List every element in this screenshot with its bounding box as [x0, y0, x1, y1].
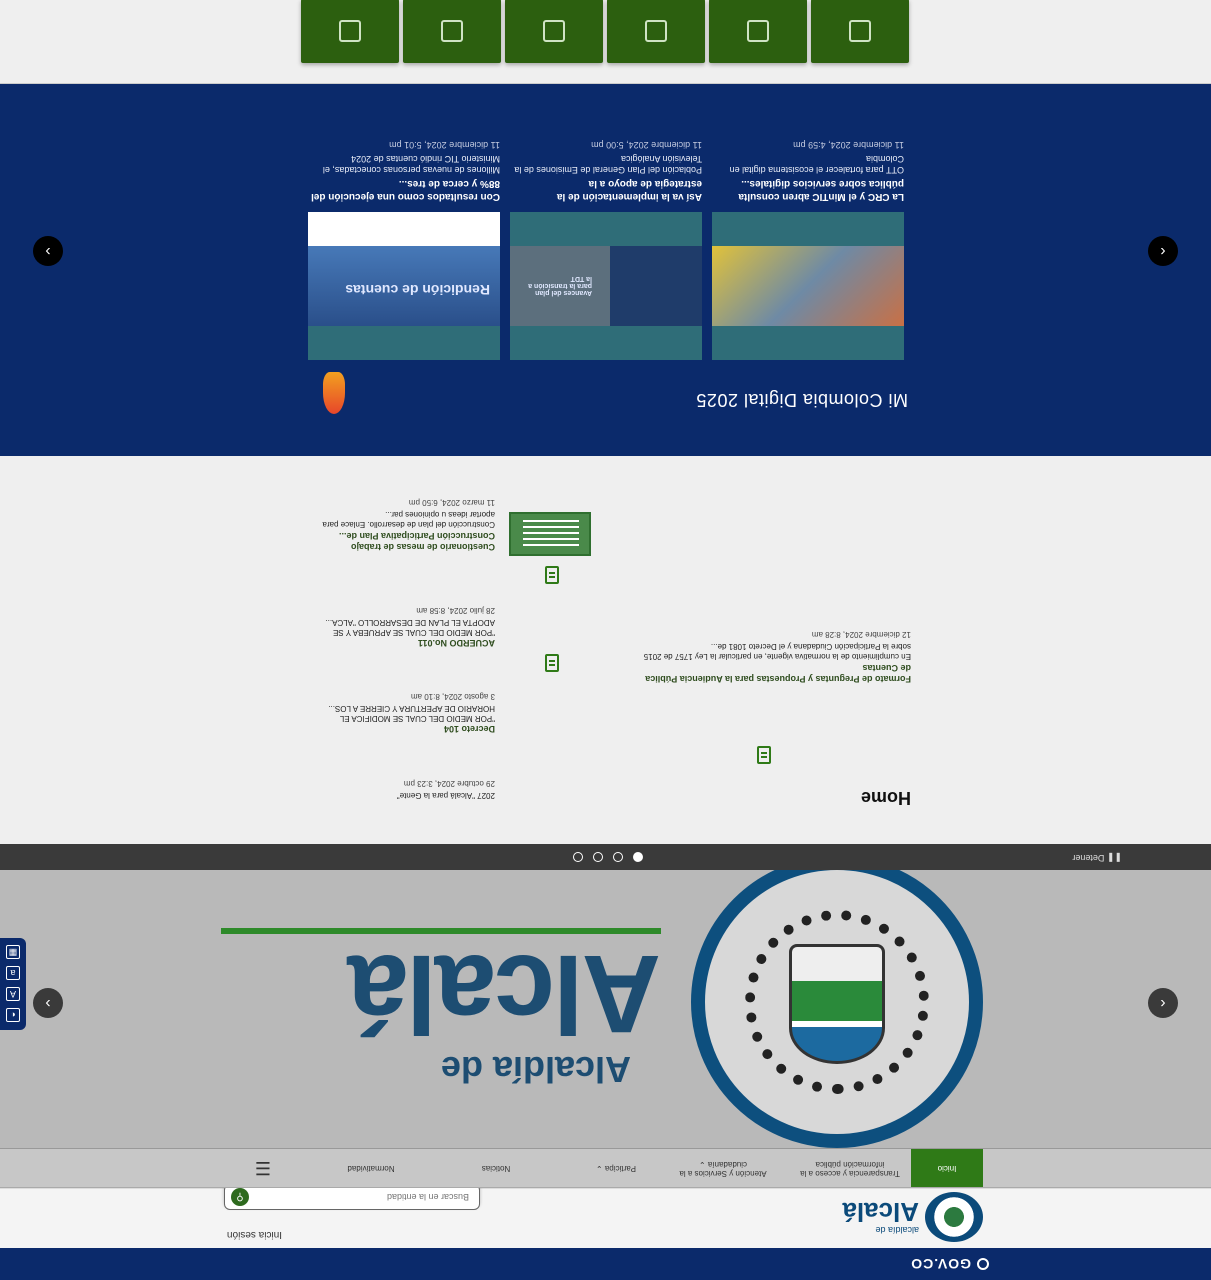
checklist-icon: [645, 20, 667, 42]
nav-item-atencion[interactable]: Atención y Servicios a la ciudadanía ⌄: [667, 1149, 779, 1187]
contrast-icon[interactable]: ◐: [6, 1008, 20, 1023]
hero-banner: Alcaldía de Alcalá ‹ ›: [0, 870, 1211, 1148]
site-logo[interactable]: alcaldía de Alcalá: [842, 1192, 983, 1242]
tile-checklist[interactable]: [607, 0, 705, 63]
tile-hand[interactable]: [301, 0, 399, 63]
carousel-dot[interactable]: [633, 852, 643, 862]
list-item[interactable]: Decreto 104 "POR MEDIO DEL CUAL SE MODIF…: [307, 691, 495, 734]
search-input[interactable]: [269, 1192, 469, 1202]
carousel-dots: [573, 852, 643, 862]
carousel-controls: ❚❚ Detener: [0, 844, 1211, 870]
list-item[interactable]: Formato de Preguntas y Propuestas para l…: [639, 630, 911, 685]
nav-item-noticias[interactable]: Noticias: [461, 1149, 531, 1187]
font-size-icon[interactable]: A: [6, 987, 20, 1002]
news-story[interactable]: Así va la implementación de la estrategi…: [510, 139, 702, 203]
menu-icon[interactable]: ☰: [255, 1157, 271, 1178]
search-icon[interactable]: ⚲: [231, 1188, 249, 1206]
keyboard-icon[interactable]: ▦: [6, 945, 20, 960]
document-icon: [545, 654, 559, 672]
news-card[interactable]: [712, 212, 904, 360]
hero-wordmark: Alcaldía de Alcalá: [221, 928, 661, 1090]
carousel-dot[interactable]: [613, 852, 623, 862]
quick-links: [0, 0, 1211, 84]
screen-icon: [441, 20, 463, 42]
nav-item-participa[interactable]: Participa ⌄: [581, 1149, 651, 1187]
accessibility-toolbar: ◐ A a ▦: [0, 938, 26, 1030]
document-icon: [849, 20, 871, 42]
hero-next-button[interactable]: ›: [33, 988, 63, 1018]
home-section: Home Formato de Preguntas y Propuestas p…: [0, 456, 1211, 844]
arrow-up-icon: [747, 20, 769, 42]
carousel-dot[interactable]: [593, 852, 603, 862]
list-item[interactable]: Cuestionario de mesas de trabajo Constru…: [307, 498, 495, 553]
page-title: Home: [860, 788, 911, 808]
mi-colombia-digital-section: Mi Colombia Digital 2025 Avances del pla…: [0, 84, 1211, 456]
news-next-button[interactable]: ›: [33, 236, 63, 266]
tile-document[interactable]: [811, 0, 909, 63]
news-thumbnail[interactable]: [509, 512, 591, 556]
list-item[interactable]: ACUERDO No.011 "POR MEDIO DEL CUAL SE AP…: [307, 605, 495, 648]
font-smaller-icon[interactable]: a: [6, 966, 20, 981]
news-card-image: Avances del plan para la transición a la…: [510, 246, 702, 326]
brand-name: Alcalá: [842, 1197, 919, 1228]
news-prev-button[interactable]: ‹: [1148, 236, 1178, 266]
news-story[interactable]: La CRC y el MinTIC abren consulta públic…: [712, 139, 904, 203]
document-icon: [757, 746, 771, 764]
mintic-logo-icon: [323, 372, 345, 414]
gov-bar: GOV.CO: [0, 1248, 1211, 1280]
news-card-image: [712, 246, 904, 326]
municipal-seal-icon: [691, 870, 983, 1148]
header: alcaldía de Alcalá Inicia sesión ⚲: [0, 1184, 1211, 1248]
chart-icon: [543, 20, 565, 42]
nav-item-transparencia[interactable]: Transparencia y acceso a la información …: [795, 1149, 905, 1187]
govco-logo[interactable]: GOV.CO: [910, 1256, 989, 1272]
hero-wordmark-big: Alcalá: [348, 932, 661, 1055]
carousel-dot[interactable]: [573, 852, 583, 862]
news-card-image: Rendición de cuentas: [308, 246, 500, 326]
nav-item-inicio[interactable]: Inicio: [911, 1149, 983, 1187]
nav-item-normatividad[interactable]: Normatividad: [331, 1149, 411, 1187]
login-link[interactable]: Inicia sesión: [227, 1229, 282, 1240]
pause-button[interactable]: ❚❚ Detener: [1072, 852, 1122, 863]
hero-prev-button[interactable]: ‹: [1148, 988, 1178, 1018]
hand-icon: [339, 20, 361, 42]
news-story[interactable]: Con resultados como una ejecución del 88…: [308, 139, 500, 203]
page: GOV.CO alcaldía de Alcalá Inicia sesión …: [0, 0, 1211, 1280]
news-card[interactable]: Avances del plan para la transición a la…: [510, 212, 702, 360]
tile-arrow-up[interactable]: [709, 0, 807, 63]
crest-icon: [789, 944, 885, 1064]
main-nav: Inicio Transparencia y acceso a la infor…: [0, 1148, 1211, 1188]
section-title: Mi Colombia Digital 2025: [695, 390, 908, 410]
tile-chart[interactable]: [505, 0, 603, 63]
news-card[interactable]: Rendición de cuentas: [308, 212, 500, 360]
list-item[interactable]: 2027 "Alcalá para la Gente" 29 octubre 2…: [307, 778, 495, 800]
document-icon: [545, 566, 559, 584]
tile-screen[interactable]: [403, 0, 501, 63]
alcala-seal-icon: [925, 1192, 983, 1242]
govco-icon: [977, 1258, 989, 1270]
